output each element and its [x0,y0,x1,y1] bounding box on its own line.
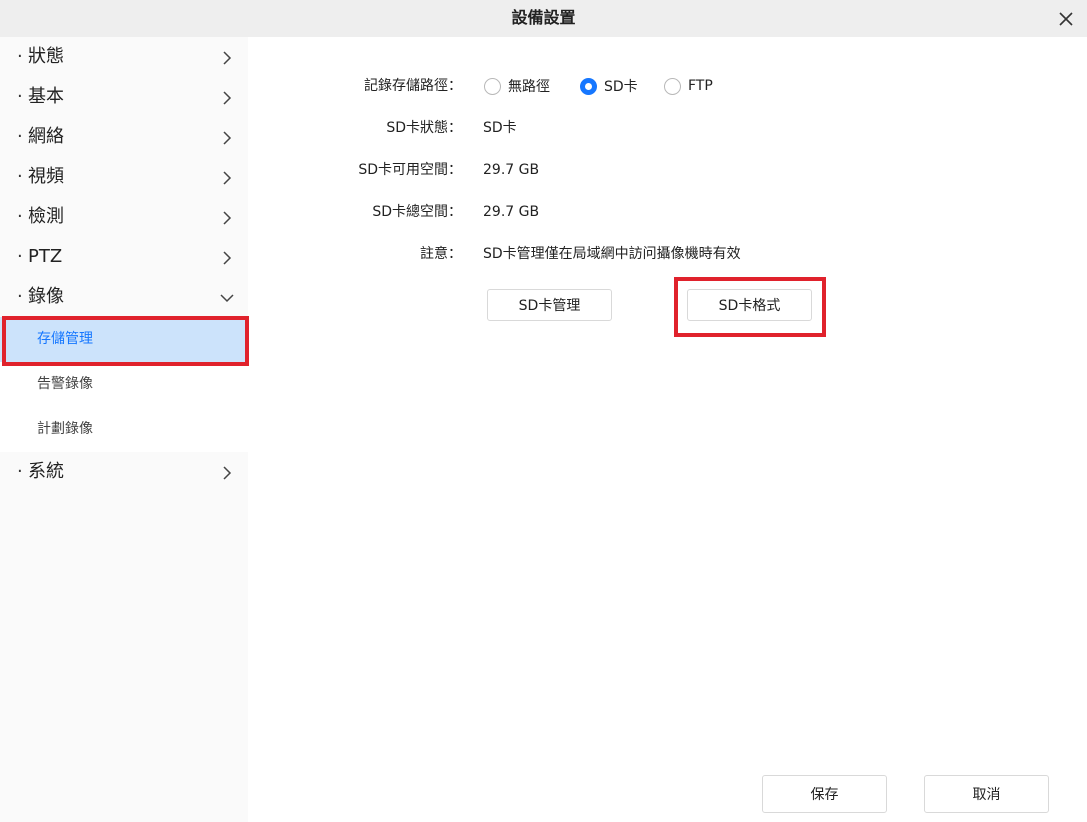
sidebar-subitem-storage-management[interactable]: 存儲管理 [0,317,248,362]
radio-label: 無路徑 [508,79,550,95]
radio-sd-card[interactable]: SD卡 [580,76,638,96]
sd-format-button[interactable]: SD卡格式 [687,289,812,321]
chevron-right-icon [223,51,232,65]
sidebar-item-basic[interactable]: · 基本 [0,77,248,117]
chevron-right-icon [223,171,232,185]
save-button[interactable]: 保存 [762,775,887,813]
note-label: 註意： [420,246,462,262]
bullet: · [17,206,23,227]
sd-status-label: SD卡狀態： [386,120,462,136]
chevron-right-icon [223,91,232,105]
bullet: · [17,126,23,147]
sidebar-item-system[interactable]: · 系統 [0,452,248,492]
sidebar: · 狀態 · 基本 · 網絡 · 視頻 · 檢測 · PTZ · 錄像 存儲管理… [0,37,249,822]
note-value: SD卡管理僅在局域網中訪问攝像機時有效 [483,246,741,262]
sidebar-item-label: 狀態 [28,46,64,67]
bullet: · [17,286,23,307]
sidebar-item-label: 系統 [28,461,64,482]
bullet: · [17,86,23,107]
radio-ftp[interactable]: FTP [664,76,713,96]
cancel-button[interactable]: 取消 [924,775,1049,813]
sidebar-item-label: 網絡 [28,126,64,147]
chevron-right-icon [223,211,232,225]
radio-circle[interactable] [484,77,501,95]
sidebar-subitem-alarm-recording[interactable]: 告警錄像 [0,362,248,407]
storage-path-label: 記錄存儲路徑： [364,78,462,94]
sd-free-space-value: 29.7 GB [483,162,540,178]
sd-manage-button[interactable]: SD卡管理 [487,289,612,321]
bullet: · [17,461,23,482]
chevron-right-icon [223,251,232,265]
sidebar-subitem-label: 計劃錄像 [37,421,93,437]
sidebar-item-status[interactable]: · 狀態 [0,37,248,77]
sidebar-subitem-label: 告警錄像 [37,376,93,392]
title-bar: 設備設置 [0,0,1087,37]
sidebar-item-video[interactable]: · 視頻 [0,157,248,197]
sidebar-item-label: 視頻 [28,166,64,187]
sd-free-space-label: SD卡可用空間： [358,162,462,178]
sidebar-subitem-label: 存儲管理 [37,331,93,347]
bullet: · [17,46,23,67]
sidebar-item-label: 檢測 [28,206,64,227]
chevron-down-icon [220,294,234,303]
sidebar-item-label: 錄像 [28,286,64,307]
window-title: 設備設置 [511,8,576,27]
sidebar-subitem-schedule-recording[interactable]: 計劃錄像 [0,407,248,452]
sidebar-item-network[interactable]: · 網絡 [0,117,248,157]
bullet: · [17,166,23,187]
radio-label: SD卡 [604,79,638,95]
sidebar-item-recording[interactable]: · 錄像 [0,277,248,317]
chevron-right-icon [223,131,232,145]
sidebar-item-ptz[interactable]: · PTZ [0,237,248,277]
sidebar-item-detection[interactable]: · 檢測 [0,197,248,237]
radio-no-path[interactable]: 無路徑 [484,76,550,96]
radio-label: FTP [688,78,713,94]
sidebar-item-label: PTZ [28,246,63,267]
bullet: · [17,246,23,267]
sd-status-value: SD卡 [483,120,517,136]
sd-total-space-label: SD卡總空間： [372,204,462,220]
close-icon[interactable] [1055,8,1077,30]
sidebar-item-label: 基本 [28,86,64,107]
sd-total-space-value: 29.7 GB [483,204,540,220]
chevron-right-icon [223,466,232,480]
radio-circle[interactable] [664,77,681,95]
radio-circle-checked[interactable] [580,77,597,95]
